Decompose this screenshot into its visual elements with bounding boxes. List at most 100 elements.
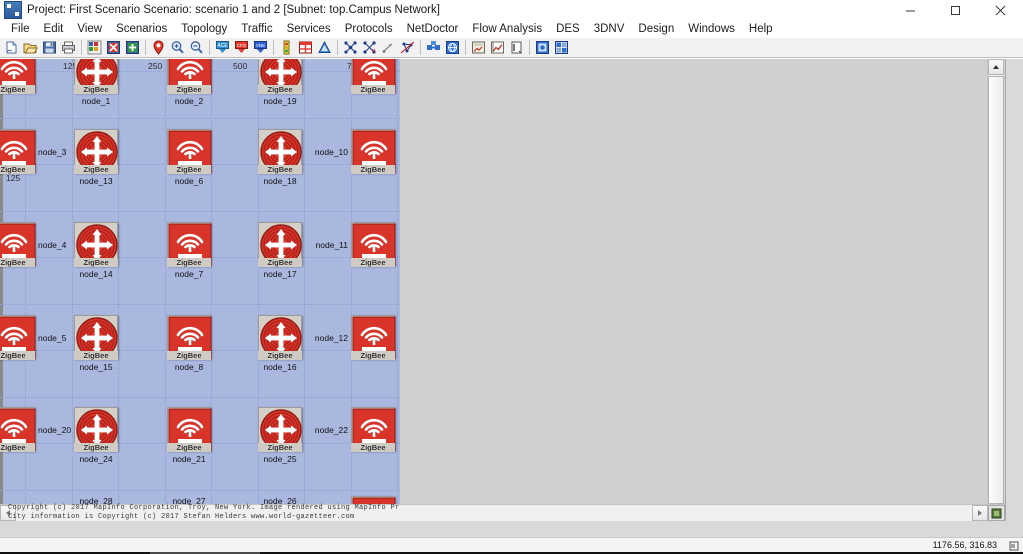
vertical-scrollbar[interactable] xyxy=(987,59,1004,521)
toolbar-separator xyxy=(273,40,274,55)
menu-item-traffic[interactable]: Traffic xyxy=(234,20,279,38)
open-panel-icon[interactable] xyxy=(507,39,525,57)
menu-item-topology[interactable]: Topology xyxy=(174,20,234,38)
subnet-map-area[interactable]: 1252505007125500875 ZigBeenode_1 ZigBeen… xyxy=(0,59,400,521)
network-canvas[interactable]: 1252505007125500875 ZigBeenode_1 ZigBeen… xyxy=(0,59,1006,521)
resize-grip-icon[interactable] xyxy=(1008,540,1020,551)
vne-icon[interactable]: VNE xyxy=(251,39,269,57)
network-node-node_21[interactable]: ZigBee node_21 xyxy=(166,407,212,464)
menu-item-file[interactable]: File xyxy=(4,20,37,38)
network-node-node_5[interactable]: ZigBee node_5 xyxy=(0,315,66,360)
vertical-scroll-thumb[interactable] xyxy=(988,76,1004,504)
maximize-button[interactable] xyxy=(933,0,978,20)
scroll-up-button[interactable] xyxy=(988,59,1004,75)
node-statistics-icon[interactable] xyxy=(398,39,416,57)
menu-item-des[interactable]: DES xyxy=(549,20,587,38)
open-project-icon[interactable] xyxy=(21,39,39,57)
close-button[interactable] xyxy=(978,0,1023,20)
network-node-node_10[interactable]: ZigBee node_10 xyxy=(315,129,396,174)
save-icon[interactable] xyxy=(40,39,58,57)
add-object-icon[interactable] xyxy=(123,39,141,57)
network-node-node_22[interactable]: ZigBee node_22 xyxy=(315,407,396,452)
network-node-node_17[interactable]: ZigBee node_17 xyxy=(257,222,303,279)
network-node-node_15[interactable]: ZigBee node_15 xyxy=(73,315,119,372)
node-type-label: ZigBee xyxy=(74,165,118,174)
node-name-label: node_21 xyxy=(172,454,206,464)
network-node-node_25[interactable]: ZigBee node_25 xyxy=(257,407,303,464)
node-type-label: ZigBee xyxy=(351,443,395,452)
tool-bar: ACE CFG VNE x xyxy=(0,38,1023,58)
capture-icon[interactable] xyxy=(533,39,551,57)
network-node-node_1[interactable]: ZigBee node_1 xyxy=(73,59,119,106)
network-node-node_11[interactable]: ZigBee node_11 xyxy=(316,222,396,267)
network-node-node_4[interactable]: ZigBee node_4 xyxy=(0,222,66,267)
export-icon[interactable] xyxy=(552,39,570,57)
node-type-label: ZigBee xyxy=(167,85,211,94)
network-node-node_14[interactable]: ZigBee node_14 xyxy=(73,222,119,279)
network-node-node_2[interactable]: ZigBee node_2 xyxy=(166,59,212,106)
network-node-node_6[interactable]: ZigBee node_6 xyxy=(166,129,212,186)
toolbar-separator xyxy=(529,40,530,55)
network-node[interactable]: ZigBee xyxy=(0,59,36,94)
menu-item-view[interactable]: View xyxy=(70,20,109,38)
node-name-label: node_17 xyxy=(263,269,297,279)
network-node-node_16[interactable]: ZigBee node_16 xyxy=(257,315,303,372)
network-node-node_24[interactable]: ZigBee node_24 xyxy=(73,407,119,464)
grid-line-horizontal xyxy=(0,117,400,120)
hide-show-icon[interactable] xyxy=(296,39,314,57)
menu-item-help[interactable]: Help xyxy=(742,20,780,38)
network-node[interactable]: ZigBee xyxy=(350,59,396,94)
map-copyright-text: City information is Copyright (c) 2017 S… xyxy=(8,513,355,521)
return-to-parent-icon[interactable] xyxy=(379,39,397,57)
menu-item-netdoctor[interactable]: NetDoctor xyxy=(400,20,466,38)
network-node-node_18[interactable]: ZigBee node_18 xyxy=(257,129,303,186)
network-node-node_13[interactable]: ZigBee node_13 xyxy=(73,129,119,186)
toolbar-separator xyxy=(420,40,421,55)
zoom-in-icon[interactable] xyxy=(168,39,186,57)
import-topology-icon[interactable] xyxy=(424,39,442,57)
menu-item-services[interactable]: Services xyxy=(280,20,338,38)
minimize-button[interactable] xyxy=(888,0,933,20)
network-node-node_8[interactable]: ZigBee node_8 xyxy=(166,315,212,372)
toolbar-separator xyxy=(145,40,146,55)
print-icon[interactable] xyxy=(59,39,77,57)
node-type-label: ZigBee xyxy=(0,165,35,174)
menu-item-edit[interactable]: Edit xyxy=(37,20,71,38)
ace-icon[interactable]: ACE xyxy=(213,39,231,57)
menu-item-windows[interactable]: Windows xyxy=(681,20,742,38)
node-type-label: ZigBee xyxy=(74,85,118,94)
web-report-icon[interactable] xyxy=(443,39,461,57)
zoom-to-selection-icon[interactable] xyxy=(149,39,167,57)
window-controls xyxy=(888,0,1023,20)
svg-text:ACE: ACE xyxy=(217,43,228,49)
config-icon[interactable]: CFG xyxy=(232,39,250,57)
menu-item-protocols[interactable]: Protocols xyxy=(338,20,400,38)
traffic-light-icon[interactable] xyxy=(277,39,295,57)
node-type-label: ZigBee xyxy=(74,443,118,452)
recover-node-icon[interactable]: x xyxy=(360,39,378,57)
network-node-node_7[interactable]: ZigBee node_7 xyxy=(166,222,212,279)
network-node-node_12[interactable]: ZigBee node_12 xyxy=(315,315,396,360)
view-results-graph-icon[interactable] xyxy=(488,39,506,57)
new-project-icon[interactable] xyxy=(2,39,20,57)
network-node-node_20[interactable]: ZigBee node_20 xyxy=(0,407,71,452)
open-object-palette-icon[interactable] xyxy=(85,39,103,57)
fail-node-icon[interactable] xyxy=(341,39,359,57)
resize-view-button[interactable] xyxy=(988,505,1005,521)
toolbar-separator xyxy=(209,40,210,55)
delete-object-icon[interactable] xyxy=(104,39,122,57)
zoom-out-icon[interactable] xyxy=(187,39,205,57)
scroll-right-button[interactable] xyxy=(972,505,988,521)
node-name-label: node_25 xyxy=(263,454,297,464)
menu-item-design[interactable]: Design xyxy=(631,20,681,38)
node-name-label: node_6 xyxy=(174,176,204,186)
publish-icon[interactable] xyxy=(315,39,333,57)
view-results-table-icon[interactable] xyxy=(469,39,487,57)
menu-item-flow-analysis[interactable]: Flow Analysis xyxy=(465,20,549,38)
menu-item-3dnv[interactable]: 3DNV xyxy=(587,20,632,38)
network-node-node_19[interactable]: ZigBee node_19 xyxy=(257,59,303,106)
menu-item-scenarios[interactable]: Scenarios xyxy=(109,20,174,38)
toolbar-separator xyxy=(81,40,82,55)
application-window: Project: First Scenario Scenario: scenar… xyxy=(0,0,1023,554)
network-node-node_3[interactable]: ZigBee node_3 xyxy=(0,129,66,174)
